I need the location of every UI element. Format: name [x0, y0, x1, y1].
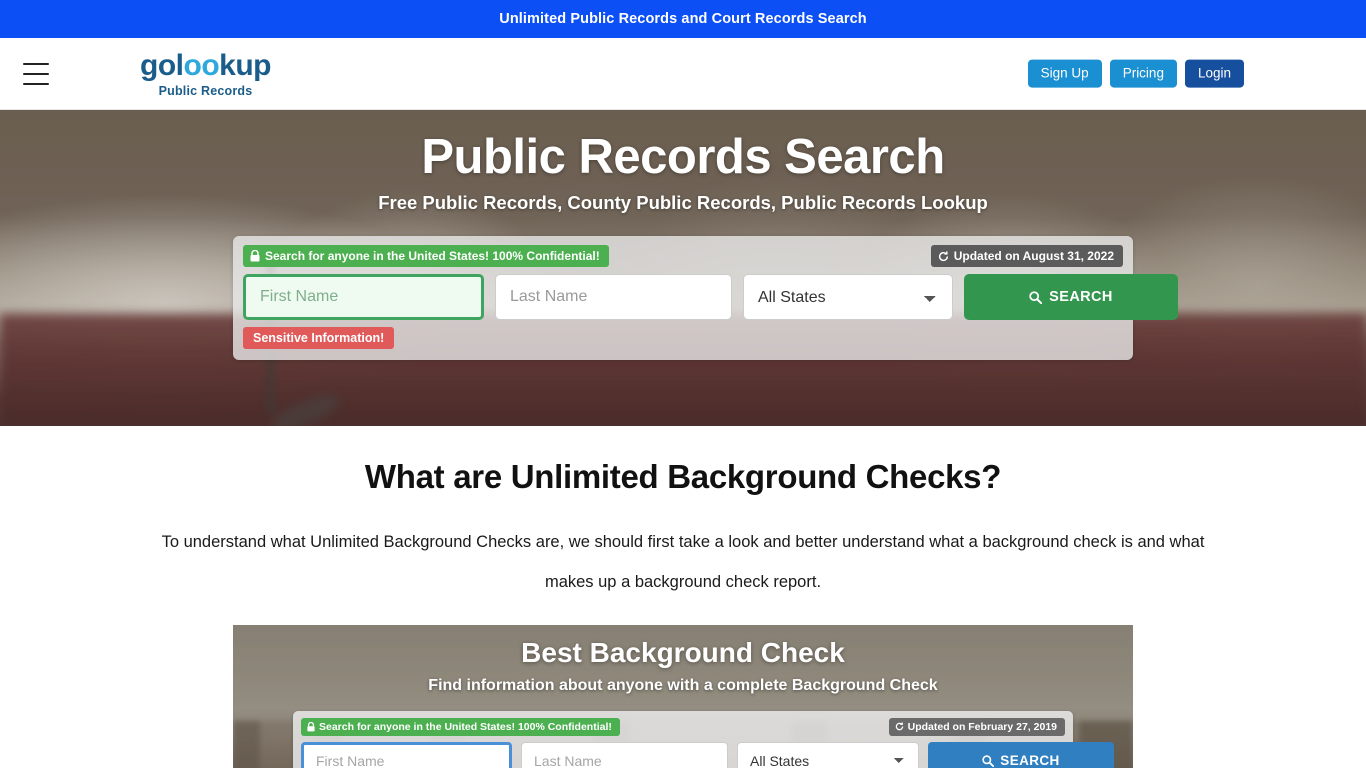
pricing-button[interactable]: Pricing — [1109, 59, 1177, 88]
search-button-label: SEARCH — [1049, 289, 1113, 306]
search-button[interactable]: SEARCH — [964, 274, 1178, 321]
logo-part-3: kup — [219, 48, 271, 82]
logo-wordmark: golookup — [140, 50, 271, 80]
state-select[interactable]: All States — [743, 274, 953, 321]
updated-badge-text: Updated on August 31, 2022 — [953, 249, 1114, 264]
article-section: What are Unlimited Background Checks? To… — [0, 426, 1366, 603]
hamburger-bar — [23, 62, 49, 65]
sign-up-button[interactable]: Sign Up — [1027, 59, 1102, 88]
card-updated-badge: Updated on February 27, 2019 — [888, 717, 1065, 736]
background-check-card: Best Background Check Find information a… — [233, 624, 1133, 768]
sensitive-information-badge: Sensitive Information! — [243, 327, 395, 350]
lock-icon — [307, 721, 315, 732]
card-confidential-badge-text: Search for anyone in the United States! … — [319, 720, 612, 733]
hamburger-bar — [23, 72, 49, 75]
logo-magnifier-oo: oo — [183, 48, 220, 82]
card-subtitle: Find information about anyone with a com… — [428, 676, 938, 694]
card-last-name-input[interactable] — [521, 741, 728, 768]
confidential-badge-text: Search for anyone in the United States! … — [265, 249, 600, 264]
card-search-button[interactable]: SEARCH — [928, 741, 1114, 768]
search-widget: Search for anyone in the United States! … — [233, 236, 1178, 361]
article-paragraph: To understand what Unlimited Background … — [161, 533, 1205, 592]
card-first-name-input[interactable] — [301, 741, 512, 768]
page-title: Public Records Search — [421, 130, 945, 184]
confidential-badge: Search for anyone in the United States! … — [243, 245, 609, 268]
site-header: golookup Public Records Sign Up Pricing … — [0, 38, 1366, 110]
magnifier-icon — [1029, 291, 1043, 304]
card-search-button-label: SEARCH — [1000, 753, 1060, 768]
card-search-fields-row: All States SEARCH — [301, 741, 1114, 768]
logo-tagline: Public Records — [158, 83, 253, 98]
header-actions: Sign Up Pricing Login — [1027, 59, 1244, 88]
announcement-text: Unlimited Public Records and Court Recor… — [499, 11, 867, 27]
magnifier-icon — [982, 755, 995, 767]
card-state-select[interactable]: All States — [737, 741, 919, 768]
card-confidential-badge: Search for anyone in the United States! … — [301, 717, 620, 736]
card-search-widget-header: Search for anyone in the United States! … — [301, 717, 1065, 736]
search-fields-row: All States SEARCH — [243, 274, 1178, 321]
page-subtitle: Free Public Records, County Public Recor… — [378, 192, 988, 214]
updated-badge: Updated on August 31, 2022 — [930, 245, 1123, 268]
hamburger-bar — [23, 82, 49, 85]
hero-section: Public Records Search Free Public Record… — [0, 110, 1366, 426]
login-button[interactable]: Login — [1184, 59, 1244, 88]
first-name-input[interactable] — [243, 274, 484, 321]
lock-icon — [250, 250, 260, 262]
refresh-icon — [938, 251, 948, 262]
hero-content: Public Records Search Free Public Record… — [0, 110, 1366, 426]
card-search-widget: Search for anyone in the United States! … — [293, 710, 1114, 768]
last-name-input[interactable] — [495, 274, 732, 321]
card-content: Best Background Check Find information a… — [233, 625, 1133, 768]
refresh-icon — [895, 722, 903, 731]
site-logo[interactable]: golookup Public Records — [140, 50, 271, 97]
card-title: Best Background Check — [521, 636, 845, 668]
hamburger-icon[interactable] — [23, 62, 49, 85]
logo-part-1: gol — [140, 48, 184, 82]
announcement-bar: Unlimited Public Records and Court Recor… — [0, 0, 1366, 38]
search-widget-header: Search for anyone in the United States! … — [243, 245, 1123, 268]
article-heading: What are Unlimited Background Checks? — [364, 458, 1002, 495]
card-updated-badge-text: Updated on February 27, 2019 — [907, 720, 1057, 733]
